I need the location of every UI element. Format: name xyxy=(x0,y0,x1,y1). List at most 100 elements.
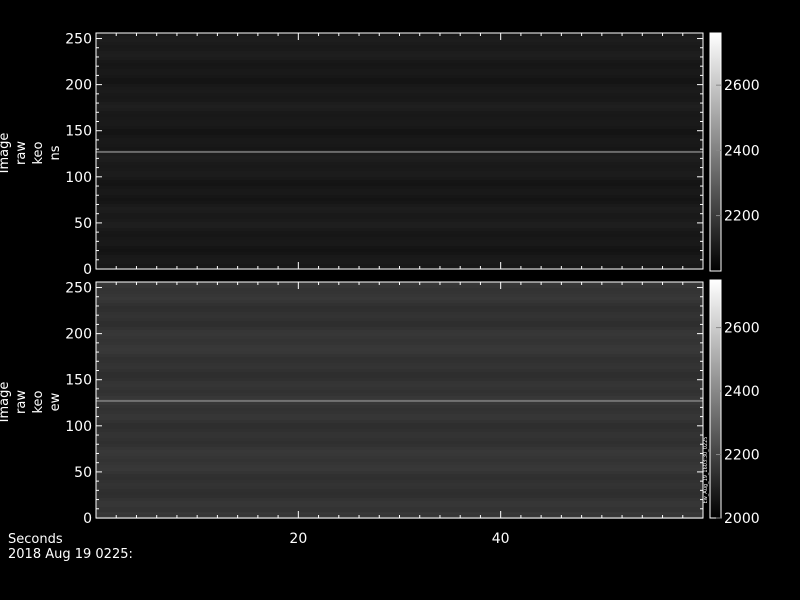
heatmap-band xyxy=(96,261,703,264)
heatmap-band xyxy=(96,309,703,312)
heatmap-band xyxy=(96,78,703,81)
heatmap-band xyxy=(96,306,703,309)
heatmap-band xyxy=(96,141,703,144)
heatmap-band xyxy=(96,246,703,249)
heatmap-band xyxy=(96,297,703,300)
heatmap-band xyxy=(96,249,703,252)
heatmap-band xyxy=(96,384,703,387)
heatmap-band xyxy=(96,291,703,294)
heatmap-band xyxy=(96,48,703,51)
heatmap-band xyxy=(96,60,703,63)
heatmap-band xyxy=(96,237,703,240)
heatmap-band xyxy=(96,54,703,57)
y-axis-label: Image xyxy=(0,382,12,423)
heatmap-band xyxy=(96,387,703,390)
heatmap-band xyxy=(96,354,703,357)
heatmap-band xyxy=(96,468,703,471)
heatmap-band xyxy=(96,435,703,438)
heatmap-band xyxy=(96,180,703,183)
heatmap-band xyxy=(96,381,703,384)
heatmap-band xyxy=(96,456,703,459)
heatmap-band xyxy=(96,228,703,231)
colorbar-gradient xyxy=(710,33,721,271)
heatmap-band xyxy=(96,57,703,60)
heatmap-band xyxy=(96,189,703,192)
heatmap-band xyxy=(96,423,703,426)
heatmap-band xyxy=(96,174,703,177)
heatmap-band xyxy=(96,63,703,66)
heatmap-band xyxy=(96,87,703,90)
heatmap-band xyxy=(96,186,703,189)
heatmap-band xyxy=(96,51,703,54)
heatmap-band xyxy=(96,465,703,468)
heatmap-band xyxy=(96,411,703,414)
heatmap-band xyxy=(96,195,703,198)
heatmap-band xyxy=(96,507,703,510)
y-tick-label: 150 xyxy=(65,124,92,140)
colorbar-tick-label: 2600 xyxy=(724,321,760,337)
heatmap-band xyxy=(96,102,703,105)
heatmap-band xyxy=(96,489,703,492)
heatmap-band xyxy=(96,159,703,162)
heatmap-band xyxy=(96,156,703,159)
heatmap-band xyxy=(96,339,703,342)
heatmap-band xyxy=(96,255,703,258)
heatmap-bright-row xyxy=(96,512,703,515)
heatmap-band xyxy=(96,498,703,501)
heatmap-band xyxy=(96,168,703,171)
heatmap-band xyxy=(96,126,703,129)
heatmap-band xyxy=(96,72,703,75)
y-tick-label: 250 xyxy=(65,281,92,297)
colorbar-tick-label: 2600 xyxy=(724,78,760,94)
side-note: Ew_Aug_19_1603:30_0225 xyxy=(703,437,709,504)
heatmap-band xyxy=(96,231,703,234)
heatmap-band xyxy=(96,447,703,450)
heatmap-band xyxy=(96,333,703,336)
heatmap-band xyxy=(96,294,703,297)
heatmap-band xyxy=(96,66,703,69)
colorbar-tick-label: 2200 xyxy=(724,448,760,464)
heatmap-band xyxy=(96,441,703,444)
colorbar-tick-label: 2200 xyxy=(724,209,760,225)
heatmap-band xyxy=(96,288,703,291)
heatmap-band xyxy=(96,171,703,174)
heatmap-band xyxy=(96,396,703,399)
heatmap-band xyxy=(96,129,703,132)
heatmap-band xyxy=(96,336,703,339)
date-label: 2018 Aug 19 0225: xyxy=(8,547,133,562)
heatmap-band xyxy=(96,348,703,351)
heatmap-band xyxy=(96,117,703,120)
heatmap-band xyxy=(96,312,703,315)
heatmap-band xyxy=(96,321,703,324)
colorbar-tick-label: 2400 xyxy=(724,384,760,400)
heatmap-band xyxy=(96,177,703,180)
heatmap-band xyxy=(96,402,703,405)
y-tick-label: 0 xyxy=(83,511,92,527)
y-axis-label: ns xyxy=(48,145,63,160)
y-axis-label: raw xyxy=(14,141,29,165)
heatmap-band xyxy=(96,165,703,168)
heatmap-band xyxy=(96,201,703,204)
keogram-figure: 0 50 100 150 200 250 Image raw keo ns 2200 2400 2600… xyxy=(0,0,800,600)
heatmap-band xyxy=(96,120,703,123)
heatmap-band xyxy=(96,315,703,318)
heatmap-band xyxy=(96,234,703,237)
heatmap-band xyxy=(96,366,703,369)
heatmap-band xyxy=(96,318,703,321)
heatmap-band xyxy=(96,342,703,345)
heatmap-band xyxy=(96,492,703,495)
heatmap-band xyxy=(96,225,703,228)
heatmap-bright-row xyxy=(96,131,703,134)
x-tick-label: 20 xyxy=(289,531,307,547)
colorbar-tick-label: 2000 xyxy=(724,511,760,527)
heatmap-band xyxy=(96,300,703,303)
heatmap-band xyxy=(96,408,703,411)
heatmap-band xyxy=(96,69,703,72)
y-tick-label: 150 xyxy=(65,373,92,389)
heatmap-band xyxy=(96,486,703,489)
heatmap-band xyxy=(96,105,703,108)
heatmap-band xyxy=(96,144,703,147)
heatmap-bright-row xyxy=(96,150,703,153)
heatmap-band xyxy=(96,330,703,333)
x-axis-label: Seconds xyxy=(8,532,63,547)
